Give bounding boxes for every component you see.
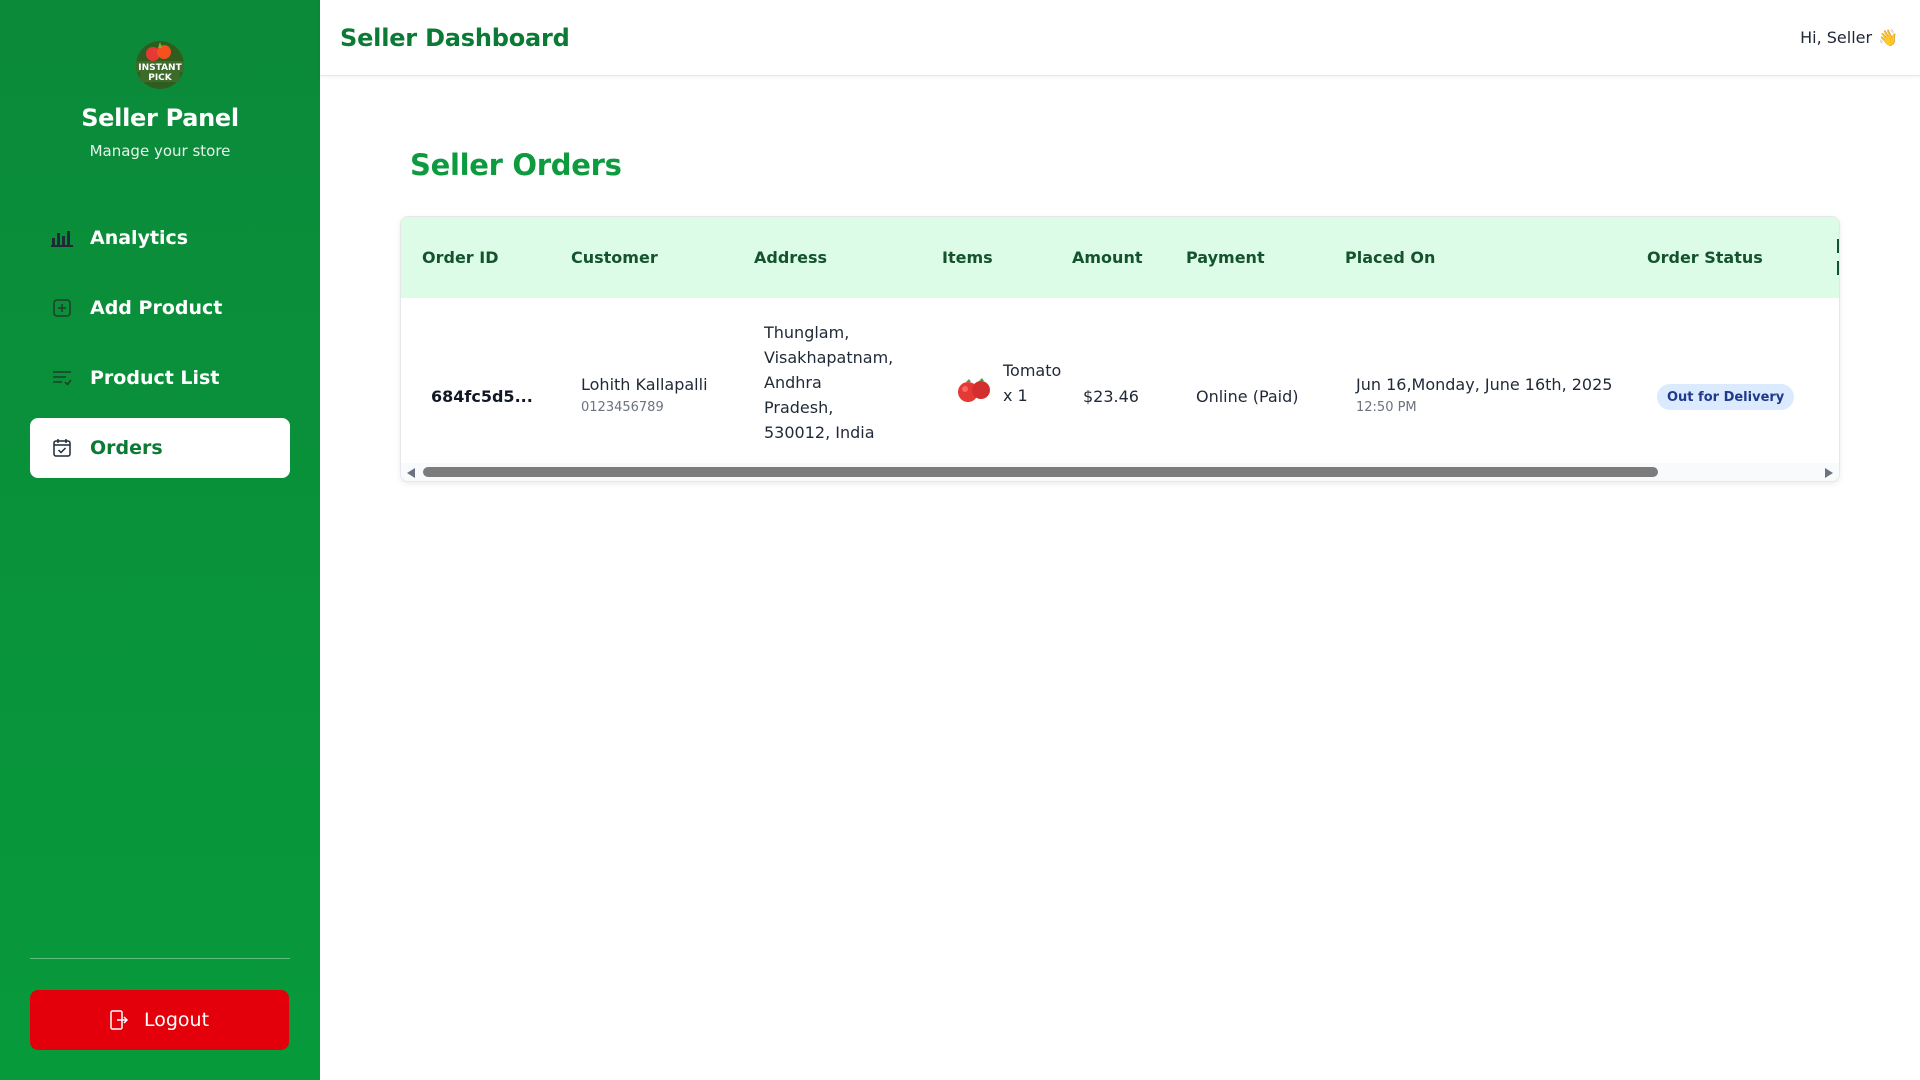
sidebar-item-product-list[interactable]: Product List [30,348,290,408]
sidebar-item-orders[interactable]: Orders [30,418,290,478]
payment-cell: Online (Paid) [1196,387,1299,406]
sidebar-item-analytics[interactable]: Analytics [30,208,290,268]
address-line: 530012, India [764,423,875,442]
top-header: Seller Dashboard Hi, Seller 👋 [320,0,1920,76]
customer-name-cell: Lohith Kallapalli [581,375,708,394]
sidebar-item-label: Analytics [90,227,189,249]
column-header-items: Items [942,248,993,267]
orders-table: Order ID Customer Address Items Amount P… [400,216,1840,482]
add-square-icon [50,296,74,320]
address-cell: Thunglam, Visakhapatnam, Andhra Pradesh,… [764,320,914,445]
item-cell: Tomato x 1 [1003,358,1061,408]
scrollbar-thumb[interactable] [423,467,1658,477]
bar-chart-icon [50,226,74,250]
page-title: Seller Orders [410,148,622,182]
placed-on-time-cell: 12:50 PM [1356,400,1417,415]
horizontal-scrollbar[interactable] [401,463,1839,481]
item-quantity: x 1 [1003,386,1028,405]
clipped-column-header [1837,239,1839,283]
sidebar-item-label: Product List [90,367,220,389]
page-header-title: Seller Dashboard [340,23,570,52]
amount-cell: $23.46 [1083,387,1139,406]
placed-on-date-cell: Jun 16,Monday, June 16th, 2025 [1356,375,1613,394]
column-header-order-id: Order ID [422,248,499,267]
logout-icon [110,1010,128,1030]
logout-button[interactable]: Logout [30,990,289,1050]
column-header-order-status: Order Status [1647,248,1763,267]
tomato-icon [954,375,994,405]
sidebar-nav: Analytics Add Product Product List Order… [0,208,320,478]
calendar-check-icon [50,436,74,460]
sidebar-divider [30,958,290,959]
sidebar-item-label: Orders [90,437,163,459]
status-badge: Out for Delivery [1657,384,1795,410]
sidebar-item-label: Add Product [90,297,223,319]
item-name: Tomato [1003,361,1062,380]
address-line: Andhra [764,373,822,392]
scroll-right-arrow-icon[interactable] [1825,468,1833,478]
sidebar-item-add-product[interactable]: Add Product [30,278,290,338]
column-header-payment: Payment [1186,248,1265,267]
wave-hand-icon: 👋 [1878,28,1898,47]
sidebar-subtitle: Manage your store [89,142,231,160]
brand: INSTANT PICK Seller Panel Manage your st… [0,0,320,160]
list-icon [50,366,74,390]
sidebar: INSTANT PICK Seller Panel Manage your st… [0,0,320,1080]
user-greeting: Hi, Seller 👋 [1800,28,1898,47]
address-line: Pradesh, [764,398,834,417]
column-header-address: Address [754,248,828,267]
table-row[interactable]: 684fc5d5... Lohith Kallapalli 0123456789… [401,298,1839,464]
scroll-left-arrow-icon[interactable] [407,468,415,478]
sidebar-title: Seller Panel [81,104,239,132]
column-header-amount: Amount [1072,248,1143,267]
column-header-customer: Customer [571,248,658,267]
instant-pick-logo: INSTANT PICK [131,34,189,92]
svg-text:INSTANT: INSTANT [138,63,182,73]
column-header-placed-on: Placed On [1345,248,1436,267]
greeting-text: Hi, Seller [1800,28,1873,47]
customer-phone-cell: 0123456789 [581,400,664,415]
address-line: Thunglam, [764,323,850,342]
svg-text:PICK: PICK [148,73,173,83]
order-id-cell: 684fc5d5... [431,387,533,406]
logout-label: Logout [143,1009,210,1031]
table-header-row: Order ID Customer Address Items Amount P… [401,217,1839,298]
address-line: Visakhapatnam, [764,348,894,367]
